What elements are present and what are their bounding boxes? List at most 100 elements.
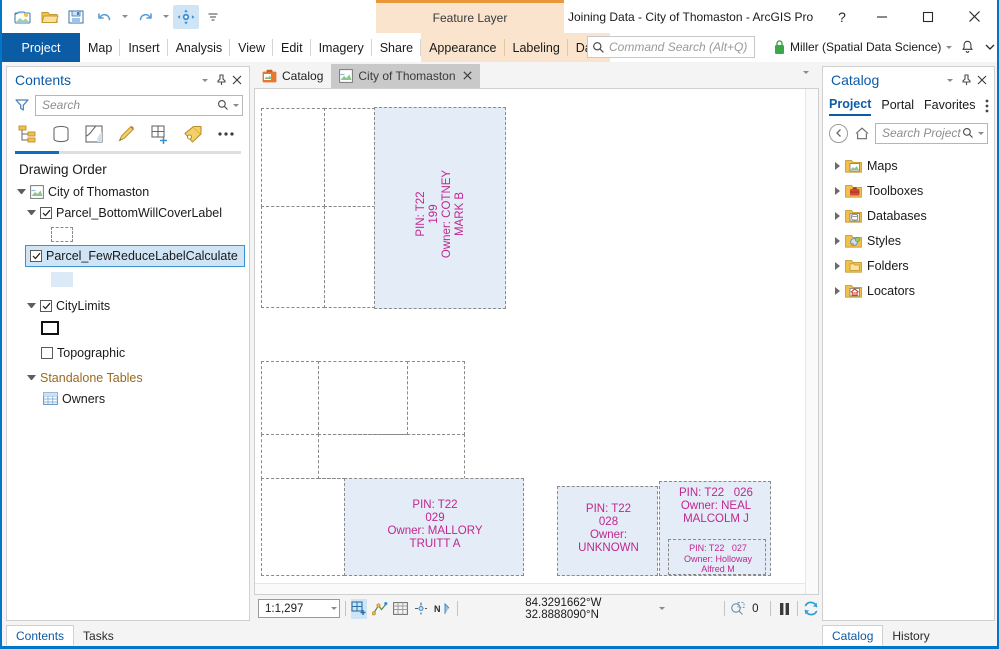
parcel-polygon[interactable] [407, 361, 465, 435]
list-by-selection-icon[interactable] [79, 120, 109, 148]
ribbon-tab-map[interactable]: Map [80, 33, 120, 62]
ribbon-tab-appearance[interactable]: Appearance [421, 33, 504, 62]
map-vertical-scrollbar[interactable] [805, 89, 818, 594]
catalog-close-icon[interactable] [974, 70, 990, 90]
command-search-input[interactable]: Command Search (Alt+Q) [587, 36, 755, 58]
ribbon-tab-labeling[interactable]: Labeling [505, 33, 568, 62]
map-scale-dropdown-icon[interactable] [331, 607, 337, 610]
catalog-item-maps[interactable]: Maps [823, 153, 994, 178]
view-tabs-dropdown-icon[interactable] [803, 74, 809, 88]
parcel-polygon[interactable] [261, 478, 345, 576]
open-project-icon[interactable] [37, 5, 63, 29]
catalog-search-input[interactable]: Search Project [875, 123, 988, 144]
north-arrow-icon[interactable]: N [434, 599, 452, 619]
layer-visibility-checkbox[interactable] [40, 207, 52, 219]
contents-pin-icon[interactable] [213, 70, 229, 90]
minimize-button[interactable] [859, 0, 905, 33]
save-project-icon[interactable] [64, 5, 90, 29]
contents-close-icon[interactable] [229, 70, 245, 90]
selected-features-icon[interactable] [351, 599, 367, 619]
list-by-labeling-icon[interactable] [178, 120, 208, 148]
parcel-polygon[interactable] [261, 108, 325, 207]
account-dropdown-icon[interactable] [946, 46, 952, 49]
dock-tab-tasks[interactable]: Tasks [74, 625, 123, 646]
ribbon-tab-imagery[interactable]: Imagery [311, 33, 372, 62]
list-by-snapping-icon[interactable] [145, 120, 175, 148]
catalog-menu-icon[interactable] [942, 70, 958, 90]
parcel-polygon[interactable] [261, 434, 319, 479]
catalog-item-databases[interactable]: Databases [823, 203, 994, 228]
dock-tab-contents[interactable]: Contents [6, 625, 74, 646]
catalog-pin-icon[interactable] [958, 70, 974, 90]
map-scale-input[interactable]: 1:1,297 [258, 599, 340, 618]
ribbon-tab-insert[interactable]: Insert [120, 33, 167, 62]
catalog-tab-favorites[interactable]: Favorites [924, 98, 975, 115]
refresh-button[interactable] [803, 599, 819, 619]
parcel-polygon-028[interactable]: PIN: T22 028 Owner: UNKNOWN [557, 486, 658, 576]
search-icon[interactable] [217, 99, 229, 111]
parcel-polygon[interactable] [318, 361, 408, 435]
parcel-polygon[interactable] [261, 361, 319, 435]
new-project-icon[interactable] [10, 5, 36, 29]
tree-item-parcel-bottomwillcoverlabel[interactable]: Parcel_BottomWillCoverLabel [11, 202, 249, 223]
ribbon-tab-view[interactable]: View [230, 33, 273, 62]
parcel-polygon[interactable] [324, 108, 375, 207]
measure-icon[interactable] [372, 599, 388, 619]
dock-tab-catalog[interactable]: Catalog [822, 625, 883, 646]
dock-tab-history[interactable]: History [883, 625, 938, 646]
close-button[interactable] [951, 0, 997, 33]
explore-tool-icon[interactable] [173, 5, 199, 29]
ribbon-tab-share[interactable]: Share [372, 33, 421, 62]
back-button[interactable] [829, 124, 848, 143]
catalog-item-toolboxes[interactable]: Toolboxes [823, 178, 994, 203]
table-icon[interactable] [393, 599, 409, 619]
catalog-options-icon[interactable] [985, 99, 989, 113]
account-label[interactable]: Miller (Spatial Data Science) [790, 40, 941, 54]
parcel-polygon-027[interactable]: PIN: T22 027 Owner: Holloway Alfred M [668, 539, 766, 575]
undo-dropdown-icon[interactable] [118, 5, 131, 29]
redo-dropdown-icon[interactable] [159, 5, 172, 29]
catalog-item-styles[interactable]: Styles [823, 228, 994, 253]
maximize-button[interactable] [905, 0, 951, 33]
tree-item-map[interactable]: City of Thomaston [11, 181, 249, 202]
ribbon-tab-edit[interactable]: Edit [273, 33, 311, 62]
list-by-drawing-order-icon[interactable] [13, 120, 43, 148]
coordinates-dropdown-icon[interactable] [659, 607, 665, 610]
catalog-item-locators[interactable]: Locators [823, 278, 994, 303]
ribbon-tab-project[interactable]: Project [2, 33, 80, 62]
more-options-icon[interactable] [211, 120, 241, 148]
tree-item-citylimits[interactable]: CityLimits [11, 295, 249, 316]
parcel-polygon-026[interactable]: PIN: T22 026 Owner: NEAL MALCOLM J PIN: … [659, 481, 771, 576]
tree-item-owners-table[interactable]: Owners [11, 388, 249, 409]
contents-search-input[interactable]: Search [35, 95, 243, 116]
tree-item-parcel-fewreducelabelcalculate[interactable]: Parcel_FewReduceLabelCalculate [25, 245, 245, 267]
view-tab-close-icon[interactable] [463, 69, 472, 83]
contents-search-dropdown-icon[interactable] [233, 104, 239, 107]
tree-item-topographic[interactable]: Topographic [11, 342, 249, 363]
catalog-tab-portal[interactable]: Portal [881, 98, 914, 115]
coordinate-icon[interactable] [413, 599, 429, 619]
selection-count-icon[interactable] [730, 599, 747, 619]
parcel-polygon-199[interactable]: PIN: T22 199 Owner: COTNEY MARK B [374, 107, 506, 309]
tree-item-standalone-tables[interactable]: Standalone Tables [11, 367, 249, 388]
catalog-search-dropdown-icon[interactable] [978, 132, 984, 135]
help-button[interactable]: ? [825, 0, 859, 33]
undo-icon[interactable] [91, 5, 117, 29]
layer-visibility-checkbox[interactable] [40, 300, 52, 312]
filter-icon[interactable] [13, 98, 31, 112]
list-by-editing-icon[interactable] [112, 120, 142, 148]
catalog-item-folders[interactable]: Folders [823, 253, 994, 278]
home-button[interactable] [852, 127, 871, 140]
redo-icon[interactable] [132, 5, 158, 29]
ribbon-tab-analysis[interactable]: Analysis [168, 33, 231, 62]
customize-qat-icon[interactable] [200, 5, 226, 29]
pause-drawing-button[interactable] [776, 599, 792, 619]
contents-menu-icon[interactable] [197, 70, 213, 90]
catalog-tab-project[interactable]: Project [829, 97, 871, 116]
parcel-polygon[interactable] [318, 434, 465, 479]
list-by-data-source-icon[interactable] [46, 120, 76, 148]
view-tab-catalog[interactable]: Catalog [254, 64, 331, 88]
map-canvas[interactable]: PIN: T22 199 Owner: COTNEY MARK B PIN: T… [254, 88, 819, 595]
layer-visibility-checkbox[interactable] [30, 250, 42, 262]
layer-visibility-checkbox[interactable] [41, 347, 53, 359]
